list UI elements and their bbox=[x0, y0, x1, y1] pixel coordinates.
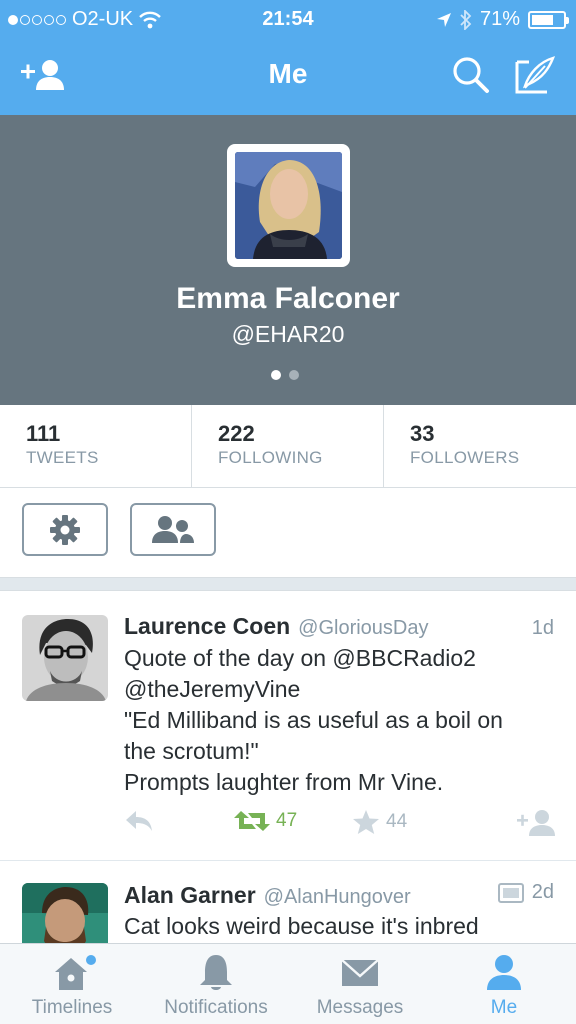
tweet-text-line: Quote of the day on @BBCRadio2 bbox=[124, 645, 476, 671]
tweet-author-handle[interactable]: @GloriousDay bbox=[298, 617, 428, 640]
compose-icon bbox=[515, 56, 555, 94]
home-icon bbox=[55, 955, 96, 990]
profile-name: Emma Falconer bbox=[176, 282, 400, 315]
stat-following[interactable]: 222 FOLLOWING bbox=[192, 405, 384, 488]
tweet-header: Laurence Coen @GloriousDay 1d bbox=[124, 613, 554, 640]
tab-label: Notifications bbox=[164, 997, 268, 1018]
tab-label: Messages bbox=[316, 997, 404, 1018]
tweet-author-handle[interactable]: @AlanHungover bbox=[264, 886, 411, 909]
stat-followers[interactable]: 33 FOLLOWERS bbox=[384, 405, 576, 488]
stat-label: TWEETS bbox=[26, 448, 99, 467]
favorite-button[interactable]: 44 bbox=[352, 809, 407, 835]
tweet-author-name[interactable]: Alan Garner bbox=[124, 882, 256, 909]
stat-label: FOLLOWERS bbox=[410, 448, 520, 467]
stat-value: 111 bbox=[26, 421, 61, 446]
tweet-text-line: the scrotum!" bbox=[124, 738, 259, 764]
tweet-text-line: "Ed Milliband is as useful as a boil on bbox=[124, 707, 503, 733]
tab-notifications[interactable]: Notifications bbox=[144, 944, 288, 1024]
add-user-icon bbox=[517, 810, 555, 836]
profile-photo bbox=[235, 152, 342, 259]
settings-button[interactable] bbox=[22, 503, 108, 556]
tweet-text: Quote of the day on @BBCRadio2 @theJerem… bbox=[124, 643, 556, 798]
tweet-text: Cat looks weird because it's inbred bbox=[124, 911, 556, 942]
tweet-text-line: Prompts laughter from Mr Vine. bbox=[124, 769, 444, 795]
page-dot-active bbox=[271, 370, 281, 380]
tweet-header: Alan Garner @AlanHungover 2d bbox=[124, 881, 554, 909]
tab-messages[interactable]: Messages bbox=[288, 944, 432, 1024]
stat-value: 222 bbox=[218, 421, 255, 446]
envelope-icon bbox=[341, 959, 379, 986]
media-icon bbox=[497, 882, 524, 903]
profile-avatar[interactable] bbox=[227, 144, 350, 267]
profile-header: Emma Falconer @EHAR20 bbox=[0, 115, 576, 405]
follow-button[interactable] bbox=[516, 809, 556, 837]
retweet-button[interactable]: 47 bbox=[234, 809, 297, 833]
stat-tweets[interactable]: 111 TWEETS bbox=[0, 405, 192, 488]
bell-icon bbox=[200, 955, 232, 990]
tweet-timestamp: 2d bbox=[531, 881, 554, 903]
gear-icon bbox=[50, 514, 80, 545]
people-icon bbox=[152, 515, 194, 543]
status-bar: O2-UK 21:54 71% bbox=[0, 0, 576, 40]
battery-percent: 71% bbox=[479, 8, 520, 30]
page-dot bbox=[289, 370, 299, 380]
profile-handle: @EHAR20 bbox=[231, 321, 345, 347]
tab-label: Timelines bbox=[31, 997, 113, 1018]
profile-actions bbox=[0, 488, 576, 578]
favorite-count: 44 bbox=[386, 811, 408, 832]
tweet-text-line: Cat looks weird because it's inbred bbox=[124, 913, 479, 939]
bluetooth-icon bbox=[460, 9, 472, 30]
tweet-timestamp: 1d bbox=[531, 617, 554, 639]
person-icon bbox=[487, 955, 521, 990]
retweet-count: 47 bbox=[276, 810, 298, 831]
tweet-actions: 47 44 bbox=[124, 809, 556, 839]
status-right: 71% bbox=[436, 8, 569, 31]
tab-bar: Timelines Notifications Messages Me bbox=[0, 943, 576, 1024]
reply-icon bbox=[126, 811, 152, 831]
profile-stats: 111 TWEETS 222 FOLLOWING 33 FOLLOWERS bbox=[0, 405, 576, 488]
tweet-author-name[interactable]: Laurence Coen bbox=[124, 613, 290, 640]
reply-button[interactable] bbox=[124, 809, 154, 833]
tweet-item[interactable]: Laurence Coen @GloriousDay 1d Quote of t… bbox=[0, 591, 576, 860]
location-icon bbox=[436, 12, 451, 27]
page-indicator[interactable] bbox=[271, 370, 299, 380]
tweet-timestamp-group: 2d bbox=[497, 881, 554, 904]
tweet-avatar[interactable] bbox=[22, 615, 108, 701]
tweet-avatar[interactable] bbox=[22, 883, 108, 943]
compose-button[interactable] bbox=[510, 52, 560, 98]
battery-icon bbox=[528, 10, 569, 29]
retweet-icon bbox=[234, 811, 270, 831]
top-bar: O2-UK 21:54 71% Me bbox=[0, 0, 576, 115]
section-separator bbox=[0, 577, 576, 591]
star-icon bbox=[353, 810, 379, 834]
tab-label: Me bbox=[490, 997, 518, 1018]
lists-button[interactable] bbox=[130, 503, 216, 556]
stat-value: 33 bbox=[410, 421, 435, 446]
search-button[interactable] bbox=[446, 52, 496, 98]
tab-timelines[interactable]: Timelines bbox=[0, 944, 144, 1024]
tweet-text-line: @theJeremyVine bbox=[124, 676, 301, 702]
stat-label: FOLLOWING bbox=[218, 448, 323, 467]
tweet-item[interactable]: Alan Garner @AlanHungover 2d Cat looks w… bbox=[0, 861, 576, 943]
tab-me[interactable]: Me bbox=[432, 944, 576, 1024]
search-icon bbox=[453, 57, 489, 93]
